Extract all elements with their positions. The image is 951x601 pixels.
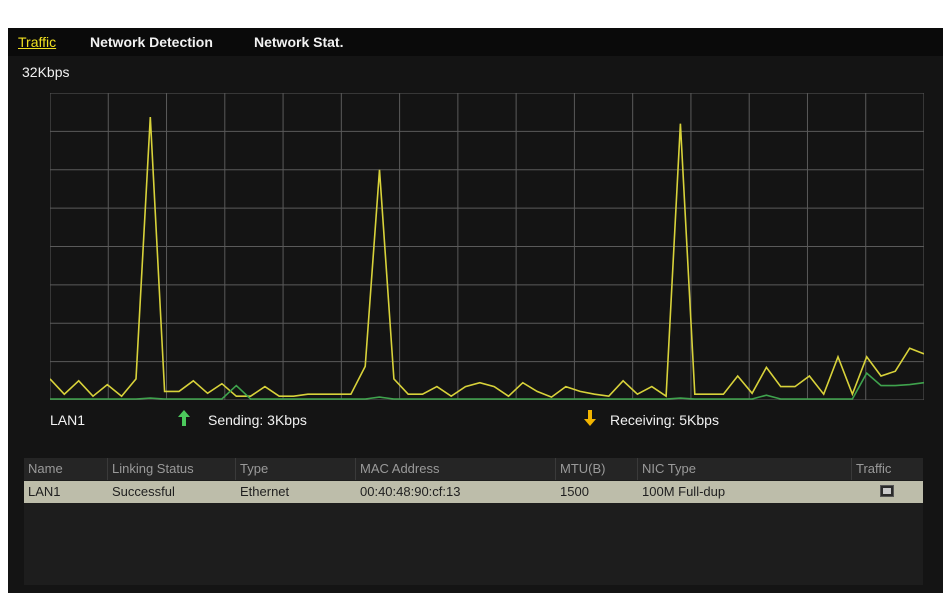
cell-nic-type: 100M Full-dup [642,484,726,499]
col-linking-status: Linking Status [108,458,236,480]
interface-label: LAN1 [50,412,86,428]
table-row[interactable]: LAN1 Successful Ethernet 00:40:48:90:cf:… [24,481,923,503]
col-mac-address: MAC Address [356,458,556,480]
tab-traffic[interactable]: Traffic [18,34,56,50]
tab-bar: Traffic Network Detection Network Stat. [8,28,943,56]
arrow-down-icon [584,410,596,426]
cell-mtu: 1500 [560,484,589,499]
cell-status: Successful [112,484,175,499]
tab-network-detection[interactable]: Network Detection [90,34,213,50]
cell-type: Ethernet [240,484,290,499]
arrow-up-icon [178,410,190,426]
table-header: Name Linking Status Type MAC Address MTU… [24,458,923,480]
cell-name: LAN1 [28,484,61,499]
col-type: Type [236,458,356,480]
col-mtu: MTU(B) [556,458,638,480]
chart-grid [50,93,924,400]
nic-table: Name Linking Status Type MAC Address MTU… [24,458,923,585]
tab-network-stat[interactable]: Network Stat. [254,34,343,50]
cell-mac: 00:40:48:90:cf:13 [360,484,461,499]
network-traffic-panel: Traffic Network Detection Network Stat. … [8,28,943,593]
traffic-scale-label: 32Kbps [22,64,70,80]
col-name: Name [24,458,108,480]
col-nic-type: NIC Type [638,458,852,480]
receiving-rate: Receiving: 5Kbps [610,412,719,428]
traffic-chart [50,93,924,400]
traffic-chart-icon[interactable] [880,485,894,497]
col-traffic: Traffic [856,461,892,476]
sending-rate: Sending: 3Kbps [208,412,307,428]
traffic-legend: LAN1 Sending: 3Kbps Receiving: 5Kbps [50,409,924,433]
sending-series-line [50,116,924,399]
